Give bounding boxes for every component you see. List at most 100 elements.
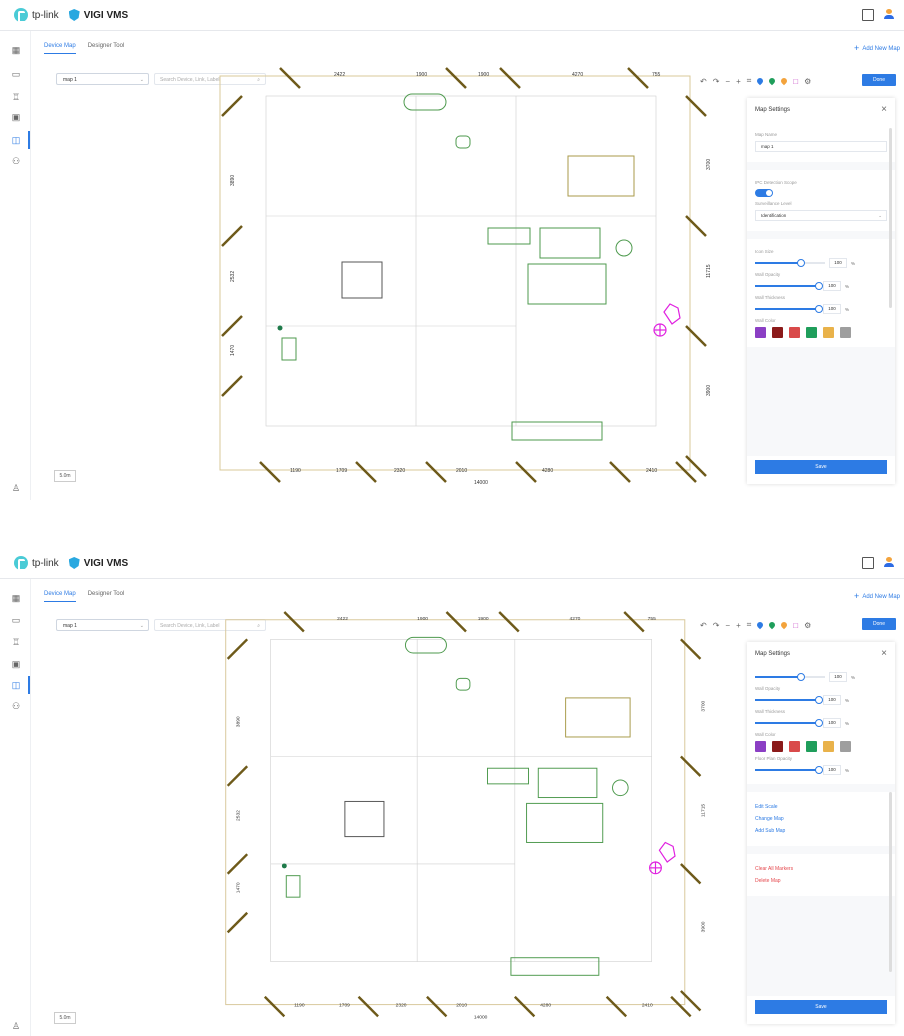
map-settings-panel: Map Settings × Map Name map 1 IPC Detect… xyxy=(747,98,895,484)
color-swatch-yellow[interactable] xyxy=(823,327,834,338)
area-tool-icon[interactable]: □ xyxy=(793,621,798,630)
slider-handle[interactable] xyxy=(815,696,823,704)
icon-size-value[interactable]: 100 xyxy=(829,258,847,268)
fit-icon[interactable]: ⌗ xyxy=(747,620,752,630)
tab-device-map[interactable]: Device Map xyxy=(44,43,76,54)
zoom-out-icon[interactable]: − xyxy=(725,621,730,630)
icon-size-value[interactable]: 100 xyxy=(829,672,847,682)
add-sub-map-link[interactable]: Add Sub Map xyxy=(755,828,887,834)
save-button[interactable]: Save xyxy=(755,1000,887,1014)
camera-marker-icon[interactable] xyxy=(756,620,765,630)
map-icon[interactable]: ◫ xyxy=(11,680,21,690)
ipc-detection-toggle[interactable] xyxy=(755,189,773,197)
dim-left-0: 3890 xyxy=(235,716,241,727)
dim-left-2: 1470 xyxy=(230,345,236,356)
camera-marker-icon[interactable] xyxy=(756,76,765,86)
slider-handle[interactable] xyxy=(815,766,823,774)
slider-handle[interactable] xyxy=(797,259,805,267)
dim-left-1: 2532 xyxy=(230,271,236,282)
edit-scale-link[interactable]: Edit Scale xyxy=(755,804,887,810)
people-icon[interactable]: ⚇ xyxy=(11,156,21,166)
add-new-map-button[interactable]: + Add New Map xyxy=(854,43,900,53)
color-swatch-green[interactable] xyxy=(806,741,817,752)
zoom-out-icon[interactable]: − xyxy=(725,77,730,86)
area-tool-icon[interactable]: □ xyxy=(793,77,798,86)
clear-all-markers-link[interactable]: Clear All Markers xyxy=(755,866,887,872)
screen-icon[interactable] xyxy=(862,557,874,569)
tab-device-map[interactable]: Device Map xyxy=(44,591,76,602)
fit-icon[interactable]: ⌗ xyxy=(747,76,752,86)
people-icon[interactable]: ⚇ xyxy=(11,701,21,711)
color-swatch-purple[interactable] xyxy=(755,741,766,752)
tp-link-logo-icon xyxy=(14,8,28,23)
close-icon[interactable]: × xyxy=(881,104,887,115)
toilet xyxy=(455,135,471,149)
done-button[interactable]: Done xyxy=(862,618,896,630)
alarm-marker-icon[interactable] xyxy=(780,620,789,630)
panel-scrollbar[interactable] xyxy=(889,792,892,972)
wall-thickness-slider[interactable] xyxy=(755,719,823,727)
wall-thickness-value[interactable]: 100 xyxy=(823,718,841,728)
alarm-icon[interactable]: ♖ xyxy=(11,637,21,647)
color-swatch-yellow[interactable] xyxy=(823,741,834,752)
dashboard-icon[interactable]: ▦ xyxy=(11,593,21,603)
nvr-marker-icon[interactable] xyxy=(768,620,777,630)
dim-right-1: 11715 xyxy=(700,804,706,817)
map-select[interactable]: map 1 ⌄ xyxy=(56,73,149,85)
device-icon[interactable]: ▣ xyxy=(11,659,21,669)
wall-thickness-value[interactable]: 100 xyxy=(823,304,841,314)
settings-icon[interactable]: ⚙ xyxy=(804,621,811,630)
icon-size-slider[interactable] xyxy=(755,673,805,681)
slider-handle[interactable] xyxy=(815,719,823,727)
nvr-marker-icon[interactable] xyxy=(768,76,777,86)
map-icon[interactable]: ◫ xyxy=(11,135,21,145)
dimension-markers xyxy=(221,67,707,483)
zoom-in-icon[interactable]: + xyxy=(736,621,741,630)
dashboard-icon[interactable]: ▦ xyxy=(11,45,21,55)
icon-size-slider[interactable] xyxy=(755,259,805,267)
alarm-icon[interactable]: ♖ xyxy=(11,92,21,102)
color-swatch-purple[interactable] xyxy=(755,327,766,338)
wall-opacity-slider[interactable] xyxy=(755,696,823,704)
tab-designer-tool[interactable]: Designer Tool xyxy=(88,43,125,54)
add-new-map-button[interactable]: + Add New Map xyxy=(854,591,900,601)
device-icon[interactable]: ▣ xyxy=(11,112,21,122)
delete-map-link[interactable]: Delete Map xyxy=(755,878,887,884)
settings-icon[interactable]: ⚙ xyxy=(804,77,811,86)
color-swatch-gray[interactable] xyxy=(840,741,851,752)
wall-opacity-slider[interactable] xyxy=(755,282,823,290)
slider-handle[interactable] xyxy=(815,282,823,290)
color-swatch-gray[interactable] xyxy=(840,327,851,338)
done-button[interactable]: Done xyxy=(862,74,896,86)
account-icon[interactable]: ♙ xyxy=(11,483,21,493)
map-select[interactable]: map 1 ⌄ xyxy=(56,619,149,631)
alarm-marker-icon[interactable] xyxy=(780,76,789,86)
save-button[interactable]: Save xyxy=(755,460,887,474)
color-swatch-darkred[interactable] xyxy=(772,327,783,338)
wall-thickness-slider[interactable] xyxy=(755,305,823,313)
account-icon[interactable]: ♙ xyxy=(11,1021,21,1031)
floor-plan-opacity-value[interactable]: 100 xyxy=(823,765,841,775)
icon-size-row: 100 % xyxy=(755,672,887,682)
surveillance-level-select[interactable]: Identification ⌄ xyxy=(755,210,887,221)
floor-plan-opacity-slider[interactable] xyxy=(755,766,823,774)
close-icon[interactable]: × xyxy=(881,648,887,659)
wall-opacity-value[interactable]: 100 xyxy=(823,281,841,291)
zoom-in-icon[interactable]: + xyxy=(736,77,741,86)
slider-handle[interactable] xyxy=(815,305,823,313)
color-swatch-red[interactable] xyxy=(789,741,800,752)
tab-designer-tool[interactable]: Designer Tool xyxy=(88,591,125,602)
user-avatar-icon[interactable] xyxy=(884,557,894,567)
color-swatch-red[interactable] xyxy=(789,327,800,338)
map-name-field[interactable]: map 1 xyxy=(755,141,887,152)
screen-icon[interactable] xyxy=(862,9,874,21)
slider-handle[interactable] xyxy=(797,673,805,681)
user-avatar-icon[interactable] xyxy=(884,9,894,19)
color-swatch-green[interactable] xyxy=(806,327,817,338)
color-swatch-darkred[interactable] xyxy=(772,741,783,752)
panel-scrollbar[interactable] xyxy=(889,128,892,308)
wall-opacity-value[interactable]: 100 xyxy=(823,695,841,705)
camera-icon[interactable]: ▭ xyxy=(11,69,21,79)
change-map-link[interactable]: Change Map xyxy=(755,816,887,822)
camera-icon[interactable]: ▭ xyxy=(11,615,21,625)
